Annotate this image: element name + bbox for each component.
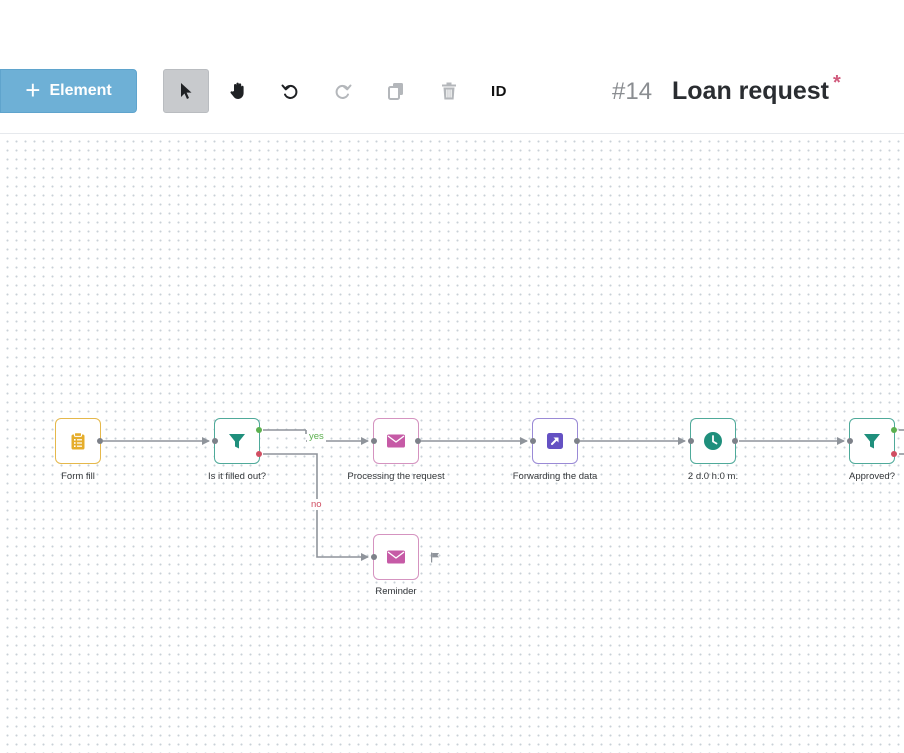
unsaved-indicator: *	[833, 72, 841, 94]
node-label-forwarding-data: Forwarding the data	[512, 471, 598, 482]
toolbar: + Element ID #14 Loan request *	[0, 0, 904, 134]
flag-icon	[431, 552, 439, 563]
node-approved[interactable]	[847, 418, 897, 464]
node-label-is-filled-out: Is it filled out?	[207, 471, 267, 482]
funnel-icon	[864, 434, 880, 449]
no-port[interactable]	[891, 451, 897, 457]
node-processing-request[interactable]	[371, 418, 421, 464]
workflow-canvas[interactable]: yes no Form fill Is it filled out? Proce…	[0, 134, 904, 753]
input-port[interactable]	[371, 554, 377, 560]
edge-label-no: no	[309, 499, 324, 510]
pan-tool-button[interactable]	[215, 69, 261, 113]
node-label-timer: 2 d.0 h.0 m.	[687, 471, 739, 482]
output-port[interactable]	[732, 438, 738, 444]
undo-icon	[281, 84, 298, 99]
input-port[interactable]	[371, 438, 377, 444]
funnel-icon	[229, 434, 245, 449]
node-is-filled-out[interactable]	[212, 418, 262, 464]
copy-icon	[388, 83, 403, 100]
input-port[interactable]	[847, 438, 853, 444]
node-timer[interactable]	[688, 418, 738, 464]
process-number: #14	[612, 78, 653, 105]
edge-label-yes: yes	[307, 431, 326, 442]
no-port[interactable]	[256, 451, 262, 457]
redo-icon	[335, 84, 352, 99]
delete-button[interactable]	[426, 69, 472, 113]
plus-icon: +	[25, 74, 41, 105]
node-reminder[interactable]	[371, 534, 419, 580]
trash-icon	[442, 82, 456, 100]
workflow-editor: + Element ID #14 Loan request * yes no F…	[0, 0, 904, 753]
node-label-processing-request: Processing the request	[347, 471, 445, 482]
input-port[interactable]	[530, 438, 536, 444]
input-port[interactable]	[212, 438, 218, 444]
node-label-reminder: Reminder	[375, 586, 417, 597]
clipboard-icon	[71, 432, 85, 450]
envelope-icon	[387, 434, 405, 448]
yes-port[interactable]	[256, 427, 262, 433]
output-port[interactable]	[97, 438, 103, 444]
process-title[interactable]: Loan request	[672, 77, 829, 106]
node-forwarding-data[interactable]	[530, 418, 580, 464]
output-port[interactable]	[574, 438, 580, 444]
yes-port[interactable]	[891, 427, 897, 433]
output-port[interactable]	[415, 438, 421, 444]
add-element-button[interactable]: + Element	[0, 69, 137, 113]
show-ids-button[interactable]: ID	[476, 69, 522, 113]
connections-layer	[103, 429, 904, 561]
id-label: ID	[491, 82, 507, 100]
node-label-form-fill: Form fill	[61, 471, 95, 482]
arrow-up-right-icon	[547, 433, 563, 449]
undo-button[interactable]	[267, 69, 313, 113]
node-label-approved: Approved?	[849, 471, 895, 482]
cursor-arrow-icon	[181, 83, 192, 99]
clock-icon	[704, 432, 722, 450]
node-form-fill[interactable]	[55, 418, 103, 464]
add-element-label: Element	[49, 82, 112, 99]
redo-button[interactable]	[320, 69, 366, 113]
select-tool-button[interactable]	[163, 69, 209, 113]
copy-button[interactable]	[373, 69, 419, 113]
hand-icon	[230, 82, 244, 99]
input-port[interactable]	[688, 438, 694, 444]
envelope-icon	[387, 550, 405, 564]
